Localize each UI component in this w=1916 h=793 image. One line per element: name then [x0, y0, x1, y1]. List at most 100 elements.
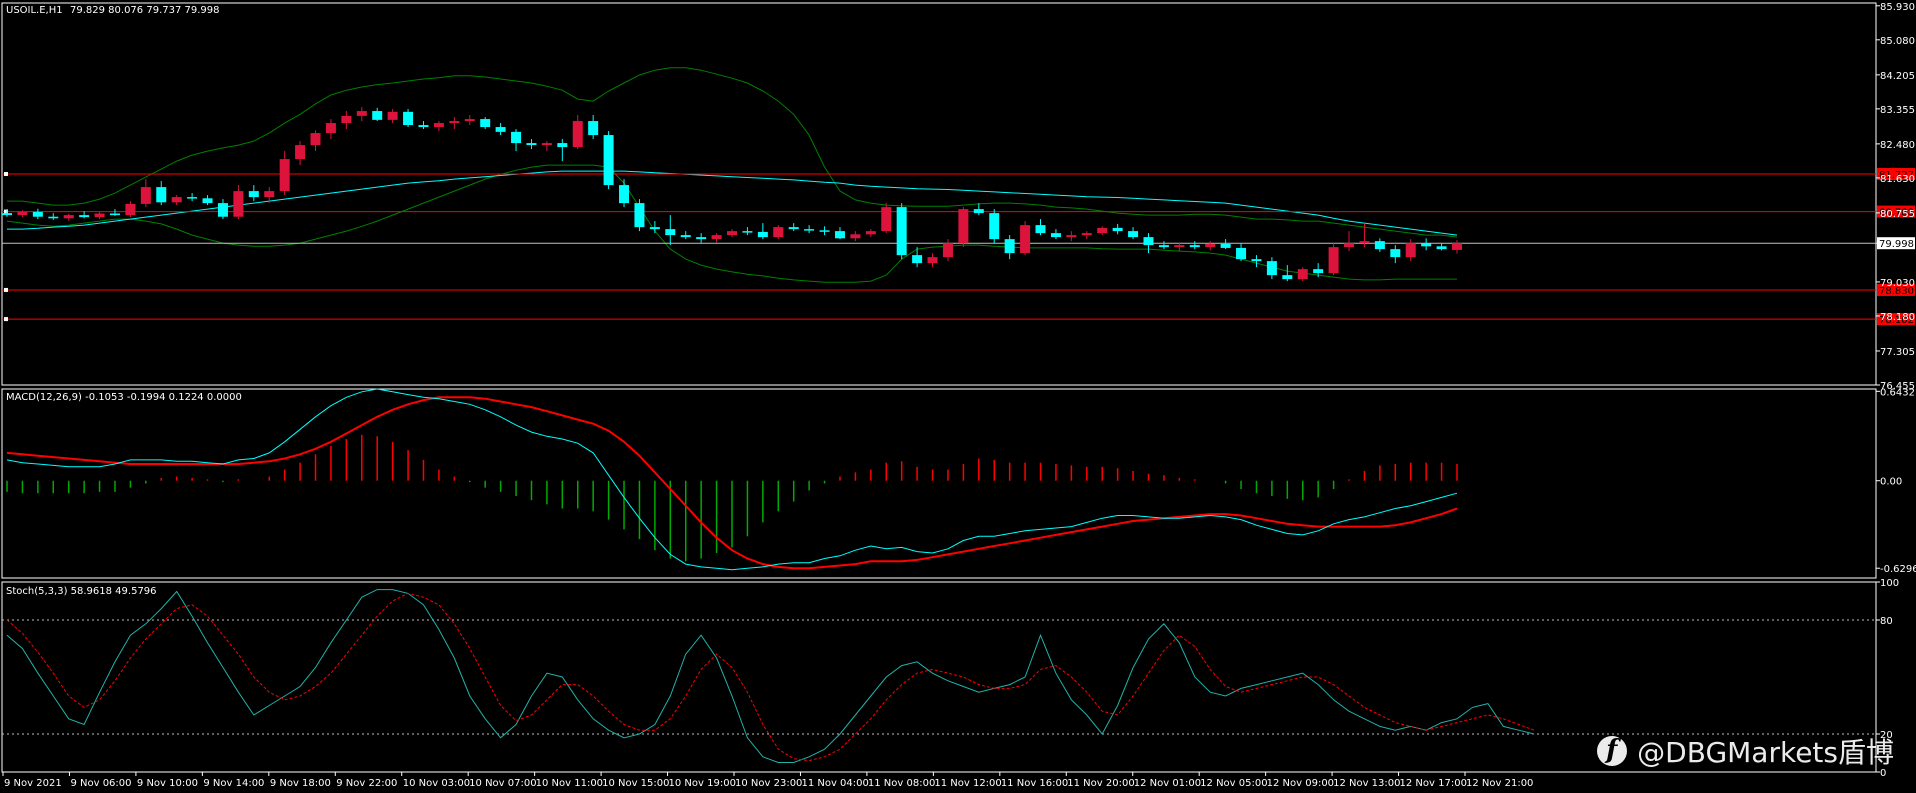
candle-body[interactable]	[526, 143, 537, 146]
candle-body[interactable]	[1282, 275, 1293, 280]
candle-body[interactable]	[1020, 225, 1031, 254]
candle-body[interactable]	[1390, 249, 1401, 258]
candle-body[interactable]	[279, 159, 290, 192]
candle-body[interactable]	[850, 234, 861, 239]
candle-body[interactable]	[372, 111, 383, 120]
candle-body[interactable]	[32, 211, 43, 217]
candle-body[interactable]	[696, 237, 707, 240]
candle-body[interactable]	[140, 187, 151, 204]
candle-body[interactable]	[1236, 247, 1247, 260]
candle-body[interactable]	[1374, 241, 1385, 250]
candle-body[interactable]	[418, 125, 429, 128]
candle-body[interactable]	[217, 203, 228, 217]
candle-body[interactable]	[511, 131, 522, 144]
candle-body[interactable]	[310, 133, 321, 146]
candle-body[interactable]	[942, 243, 953, 258]
candle-body[interactable]	[79, 215, 90, 218]
candle-body[interactable]	[1313, 269, 1324, 274]
candle-body[interactable]	[727, 231, 737, 236]
level-handle[interactable]	[4, 317, 8, 322]
candle-body[interactable]	[387, 111, 398, 120]
candle-body[interactable]	[17, 211, 28, 216]
candle-body[interactable]	[356, 111, 367, 116]
candle-body[interactable]	[1174, 245, 1185, 248]
candle-body[interactable]	[1297, 269, 1308, 280]
candle-body[interactable]	[125, 203, 136, 216]
candle-body[interactable]	[1097, 227, 1108, 234]
candle-body[interactable]	[1004, 239, 1015, 254]
candle-body[interactable]	[1066, 235, 1077, 238]
macd-tick-label: 0.00	[1880, 477, 1902, 488]
candle-body[interactable]	[588, 121, 599, 136]
candle-body[interactable]	[449, 121, 460, 124]
candle-body[interactable]	[495, 127, 506, 132]
candle-body[interactable]	[1035, 225, 1046, 234]
candle-body[interactable]	[341, 115, 352, 124]
candle-body[interactable]	[619, 185, 630, 204]
candle-body[interactable]	[187, 197, 198, 199]
candle-body[interactable]	[711, 235, 722, 240]
candle-body[interactable]	[603, 135, 614, 186]
candle-body[interactable]	[1112, 227, 1123, 232]
candle-body[interactable]	[1359, 241, 1370, 244]
candle-body[interactable]	[788, 227, 799, 230]
candle-body[interactable]	[865, 231, 876, 235]
candle-body[interactable]	[1128, 231, 1139, 238]
candle-body[interactable]	[1436, 246, 1447, 250]
candle-body[interactable]	[557, 143, 568, 148]
candle-body[interactable]	[1143, 237, 1154, 246]
candle-body[interactable]	[1328, 247, 1339, 274]
trading-chart[interactable]: 81.72780.78878.83078.102 85.93085.08084.…	[0, 0, 1916, 793]
candle-body[interactable]	[480, 119, 491, 128]
candle-body[interactable]	[912, 255, 923, 264]
candle-body[interactable]	[634, 203, 645, 228]
candle-body[interactable]	[665, 229, 676, 236]
candle-body[interactable]	[819, 230, 830, 232]
candle-body[interactable]	[171, 197, 182, 203]
candle-body[interactable]	[202, 198, 213, 204]
candle-body[interactable]	[973, 209, 984, 214]
candle-body[interactable]	[1266, 261, 1277, 276]
level-handle[interactable]	[4, 172, 8, 177]
candle-body[interactable]	[649, 227, 660, 230]
candle-body[interactable]	[403, 111, 414, 126]
candle-body[interactable]	[896, 207, 907, 256]
candle-body[interactable]	[63, 215, 74, 219]
candle-body[interactable]	[773, 227, 784, 238]
candle-body[interactable]	[958, 209, 969, 244]
candle-body[interactable]	[742, 231, 753, 233]
candle-body[interactable]	[1421, 243, 1432, 247]
level-handle[interactable]	[4, 287, 8, 292]
candle-body[interactable]	[1158, 245, 1169, 248]
candle-body[interactable]	[1081, 233, 1092, 236]
candle-body[interactable]	[1050, 233, 1061, 238]
candle-body[interactable]	[464, 119, 475, 122]
candle-body[interactable]	[325, 123, 336, 134]
candle-body[interactable]	[541, 143, 552, 146]
candle-body[interactable]	[680, 235, 691, 238]
candle-body[interactable]	[2, 213, 12, 216]
candle-body[interactable]	[48, 216, 59, 219]
candle-body[interactable]	[1405, 243, 1416, 258]
candle-body[interactable]	[433, 123, 444, 128]
candle-body[interactable]	[1251, 259, 1262, 262]
candle-body[interactable]	[1205, 243, 1216, 248]
candle-body[interactable]	[572, 121, 583, 148]
candle-body[interactable]	[233, 191, 244, 217]
candle-body[interactable]	[295, 145, 306, 160]
candle-body[interactable]	[834, 231, 845, 239]
candle-body[interactable]	[1452, 243, 1462, 250]
candle-body[interactable]	[264, 191, 275, 198]
candle-body[interactable]	[156, 187, 167, 203]
candle-body[interactable]	[1220, 243, 1231, 248]
candle-body[interactable]	[1344, 243, 1355, 248]
candle-body[interactable]	[248, 191, 259, 198]
candle-body[interactable]	[94, 213, 105, 218]
candle-body[interactable]	[881, 207, 892, 232]
candle-body[interactable]	[804, 229, 815, 231]
candle-body[interactable]	[757, 231, 768, 238]
candle-body[interactable]	[989, 213, 1000, 240]
candle-body[interactable]	[109, 213, 120, 216]
candle-body[interactable]	[927, 257, 938, 264]
candle-body[interactable]	[1189, 245, 1200, 248]
